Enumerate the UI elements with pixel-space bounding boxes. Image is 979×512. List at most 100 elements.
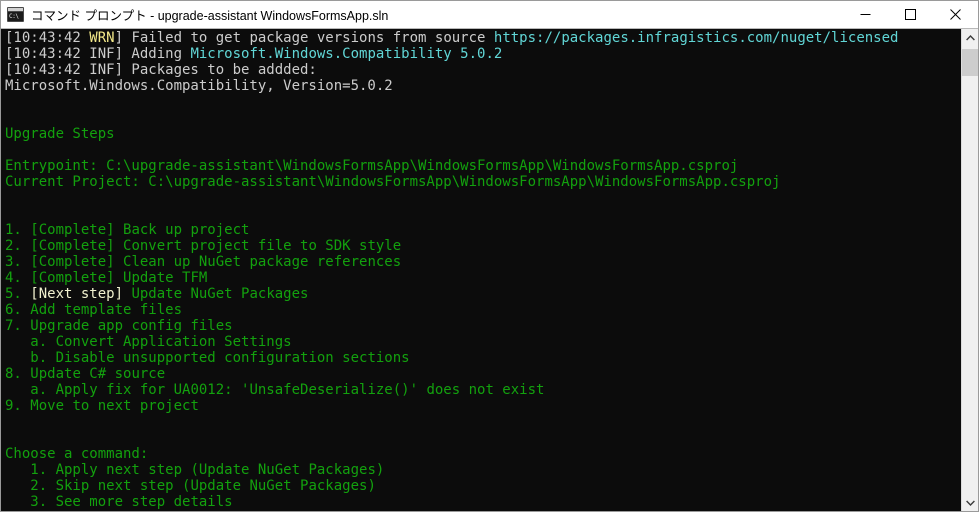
step-label: Convert Application Settings: [55, 334, 292, 350]
step-label: Move to next project: [30, 398, 199, 414]
step-number: 9.: [5, 398, 31, 414]
command-prompt-window: C:\ コマンド プロンプト - upgrade-assistant Windo…: [0, 0, 979, 512]
step-status: [Next step]: [30, 286, 132, 302]
command-number: 3.: [5, 494, 56, 510]
step-number: 6.: [5, 302, 31, 318]
close-button[interactable]: [933, 1, 978, 28]
step-label: Upgrade app config files: [30, 318, 233, 334]
scrollbar-thumb[interactable]: [962, 49, 978, 76]
log-line: Microsoft.Windows.Compatibility, Version…: [5, 78, 961, 94]
window-controls: [843, 1, 978, 28]
step-number: 7.: [5, 318, 31, 334]
upgrade-step-row: a. Convert Application Settings: [5, 334, 961, 350]
chevron-up-icon: [965, 34, 975, 40]
step-number: 8.: [5, 366, 31, 382]
scrollbar-track[interactable]: [962, 46, 978, 494]
step-label: Update NuGet Packages: [131, 286, 309, 302]
command-label: Apply next step (Update NuGet Packages): [55, 462, 385, 478]
log-line: [10:43:42 INF] Packages to be addded:: [5, 62, 961, 78]
log-segment: https://packages.infragistics.com/nuget/…: [493, 30, 899, 46]
console-body: [10:43:42 WRN] Failed to get package ver…: [1, 29, 978, 511]
upgrade-step-row: 1. [Complete] Back up project: [5, 222, 961, 238]
step-status: [Complete]: [30, 222, 124, 238]
command-menu-item[interactable]: 3. See more step details: [5, 494, 961, 510]
upgrade-step-row: 9. Move to next project: [5, 398, 961, 414]
step-number: 3.: [5, 254, 31, 270]
log-segment: [10:43:42: [5, 30, 90, 46]
console-app-icon: C:\: [7, 7, 24, 22]
command-menu-item[interactable]: 2. Skip next step (Update NuGet Packages…: [5, 478, 961, 494]
command-label: Configure logging: [56, 510, 199, 511]
vertical-scrollbar[interactable]: [961, 29, 978, 511]
scroll-down-button[interactable]: [962, 494, 978, 511]
step-label: Convert project file to SDK style: [123, 238, 402, 254]
upgrade-step-row: 7. Upgrade app config files: [5, 318, 961, 334]
minimize-icon: [860, 14, 871, 15]
upgrade-step-row: b. Disable unsupported configuration sec…: [5, 350, 961, 366]
log-segment: Microsoft.Windows.Compatibility, Version…: [5, 78, 393, 94]
step-number: b.: [5, 350, 56, 366]
project-info-line: Entrypoint: C:\upgrade-assistant\Windows…: [5, 158, 961, 174]
log-segment: [10:43:42 INF] Adding: [5, 46, 191, 62]
command-label: See more step details: [55, 494, 233, 510]
command-label: Skip next step (Update NuGet Packages): [55, 478, 376, 494]
command-menu-item[interactable]: 4. Configure logging: [5, 510, 961, 511]
step-label: Update TFM: [123, 270, 208, 286]
step-label: Back up project: [123, 222, 250, 238]
upgrade-step-row: 2. [Complete] Convert project file to SD…: [5, 238, 961, 254]
project-info-text: Current Project: C:\upgrade-assistant\Wi…: [5, 174, 781, 190]
log-segment: Microsoft.Windows.Compatibility 5.0.2: [190, 46, 503, 62]
upgrade-steps-heading-text: Upgrade Steps: [5, 126, 115, 142]
command-menu-item[interactable]: 1. Apply next step (Update NuGet Package…: [5, 462, 961, 478]
close-icon: [950, 9, 961, 20]
project-info-line: Current Project: C:\upgrade-assistant\Wi…: [5, 174, 961, 190]
step-number: a.: [5, 382, 56, 398]
step-label: Update C# source: [30, 366, 166, 382]
upgrade-step-row: 3. [Complete] Clean up NuGet package ref…: [5, 254, 961, 270]
title-bar[interactable]: C:\ コマンド プロンプト - upgrade-assistant Windo…: [1, 1, 978, 29]
step-label: Apply fix for UA0012: 'UnsafeDeserialize…: [55, 382, 545, 398]
log-segment: WRN: [89, 30, 115, 46]
upgrade-step-row: 5. [Next step] Update NuGet Packages: [5, 286, 961, 302]
step-status: [Complete]: [30, 238, 124, 254]
step-number: 4.: [5, 270, 31, 286]
minimize-button[interactable]: [843, 1, 888, 28]
step-number: 1.: [5, 222, 31, 238]
console-output[interactable]: [10:43:42 WRN] Failed to get package ver…: [1, 29, 961, 511]
scroll-up-button[interactable]: [962, 29, 978, 46]
command-number: 2.: [5, 478, 56, 494]
choose-command-text: Choose a command:: [5, 446, 149, 462]
upgrade-steps-heading: Upgrade Steps: [5, 126, 961, 142]
log-line: [10:43:42 INF] Adding Microsoft.Windows.…: [5, 46, 961, 62]
step-number: 5.: [5, 286, 31, 302]
maximize-button[interactable]: [888, 1, 933, 28]
step-number: 2.: [5, 238, 31, 254]
command-number: 1.: [5, 462, 56, 478]
log-segment: [10:43:42 INF] Packages to be addded:: [5, 62, 317, 78]
window-title: コマンド プロンプト - upgrade-assistant WindowsFo…: [31, 9, 389, 23]
upgrade-step-row: a. Apply fix for UA0012: 'UnsafeDeserial…: [5, 382, 961, 398]
step-number: a.: [5, 334, 56, 350]
upgrade-step-row: 4. [Complete] Update TFM: [5, 270, 961, 286]
log-line: [10:43:42 WRN] Failed to get package ver…: [5, 30, 961, 46]
maximize-icon: [905, 9, 916, 20]
upgrade-step-row: 8. Update C# source: [5, 366, 961, 382]
chevron-down-icon: [965, 500, 975, 506]
step-status: [Complete]: [30, 254, 124, 270]
command-number: 4.: [5, 510, 56, 511]
step-status: [Complete]: [30, 270, 124, 286]
step-label: Clean up NuGet package references: [123, 254, 402, 270]
choose-command-heading: Choose a command:: [5, 446, 961, 462]
upgrade-step-row: 6. Add template files: [5, 302, 961, 318]
step-label: Add template files: [30, 302, 183, 318]
log-segment: ] Failed to get package versions from so…: [114, 30, 494, 46]
step-label: Disable unsupported configuration sectio…: [55, 350, 410, 366]
project-info-text: Entrypoint: C:\upgrade-assistant\Windows…: [5, 158, 739, 174]
